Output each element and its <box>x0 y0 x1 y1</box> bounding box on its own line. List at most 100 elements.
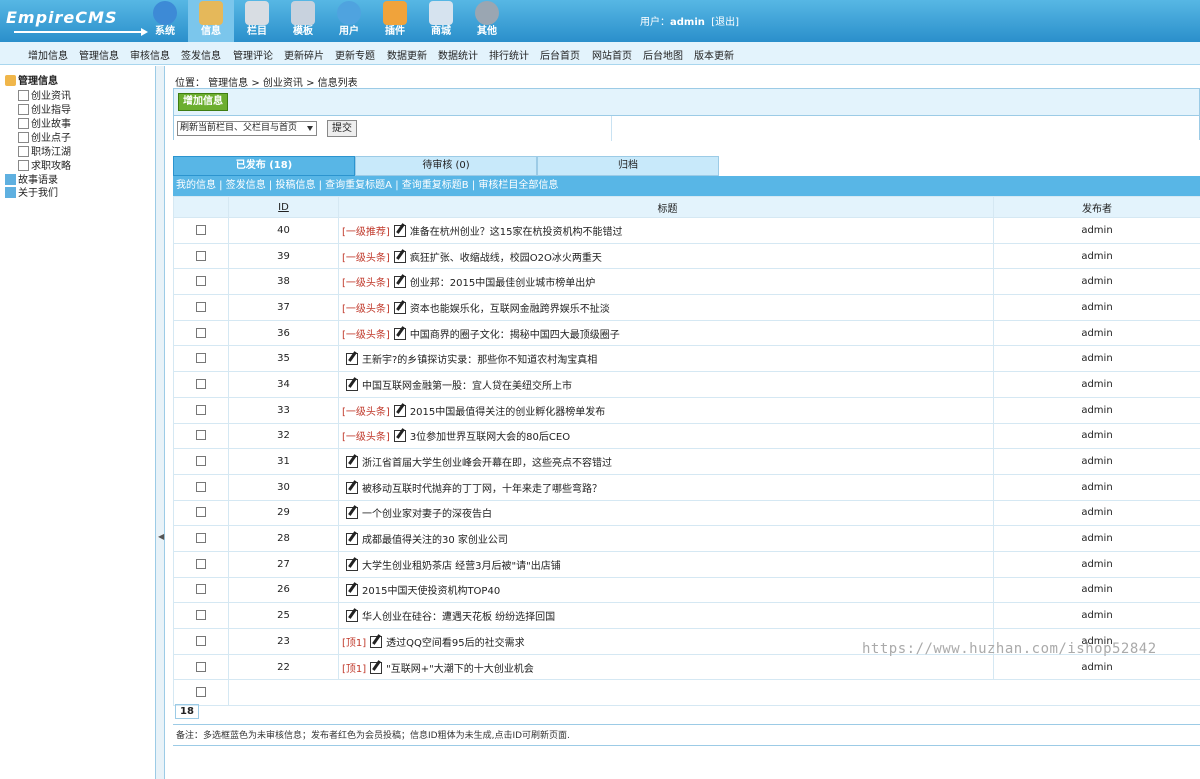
submenu-item[interactable]: 审核信息 <box>130 47 170 62</box>
column-id[interactable]: ID <box>228 196 339 218</box>
nav-3[interactable]: 模板 <box>280 0 326 42</box>
submit-button[interactable]: 提交 <box>327 120 357 137</box>
row-title-link[interactable]: 王新宇?的乡镇探访实录：那些你不知道农村淘宝真相 <box>362 355 597 366</box>
edit-icon[interactable] <box>346 378 358 391</box>
submenu-item[interactable]: 版本更新 <box>694 47 734 62</box>
row-checkbox[interactable] <box>196 610 206 621</box>
row-checkbox[interactable] <box>196 507 206 518</box>
row-checkbox[interactable] <box>196 558 206 569</box>
row-id[interactable]: 25 <box>228 602 339 629</box>
edit-icon[interactable] <box>393 301 406 314</box>
row-checkbox[interactable] <box>196 404 206 415</box>
row-title-link[interactable]: 被移动互联时代抛弃的丁丁网，十年来走了哪些弯路？ <box>362 484 602 495</box>
edit-icon[interactable] <box>393 250 406 263</box>
select-all-checkbox[interactable] <box>196 687 206 698</box>
row-checkbox[interactable] <box>196 224 206 235</box>
tab-published[interactable]: 已发布 (18) <box>173 156 355 176</box>
row-checkbox[interactable] <box>196 378 206 389</box>
submenu-item[interactable]: 管理评论 <box>233 47 273 62</box>
row-checkbox[interactable] <box>196 661 206 672</box>
submenu-item[interactable]: 签发信息 <box>181 47 221 62</box>
add-info-button[interactable]: 增加信息 <box>178 93 228 111</box>
edit-icon[interactable] <box>346 481 358 494</box>
submenu-item[interactable]: 排行统计 <box>489 47 529 62</box>
row-id[interactable]: 26 <box>228 576 339 604</box>
nav-2[interactable]: 栏目 <box>234 0 280 42</box>
nav-1[interactable]: 信息 <box>188 0 234 42</box>
row-id[interactable]: 27 <box>228 550 339 578</box>
sidebar-item[interactable]: 创业点子 <box>18 129 71 144</box>
edit-icon[interactable] <box>393 404 406 417</box>
row-id[interactable]: 32 <box>228 422 339 450</box>
nav-7[interactable]: 其他 <box>464 0 510 42</box>
row-id[interactable]: 40 <box>228 217 339 244</box>
submenu-item[interactable]: 更新专题 <box>335 47 375 62</box>
row-checkbox[interactable] <box>196 327 206 338</box>
edit-icon[interactable] <box>346 610 358 623</box>
row-checkbox[interactable] <box>196 276 206 287</box>
sidebar-item[interactable]: 求职攻略 <box>18 157 71 172</box>
edit-icon[interactable] <box>346 507 358 520</box>
filter-links[interactable]: 我的信息 | 签发信息 | 投稿信息 | 查询重复标题A | 查询重复标题B |… <box>173 176 1200 196</box>
submenu-item[interactable]: 增加信息 <box>28 47 68 62</box>
submenu-item[interactable]: 更新碎片 <box>284 47 324 62</box>
sidebar-item[interactable]: 职场江湖 <box>18 143 71 158</box>
row-id[interactable]: 36 <box>228 319 339 347</box>
row-checkbox[interactable] <box>196 584 206 595</box>
row-checkbox[interactable] <box>196 635 206 646</box>
row-title-link[interactable]: 透过QQ空间看95后的社交需求 <box>386 638 524 649</box>
submenu-item[interactable]: 管理信息 <box>79 47 119 62</box>
row-title-link[interactable]: 创业邦：2015中国最佳创业城市榜单出炉 <box>410 278 595 289</box>
row-id[interactable]: 37 <box>228 294 339 321</box>
row-id[interactable]: 29 <box>228 499 339 527</box>
row-id[interactable]: 30 <box>228 473 339 501</box>
edit-icon[interactable] <box>346 456 358 469</box>
edit-icon[interactable] <box>370 635 383 648</box>
logout-link[interactable]: [退出] <box>711 17 739 28</box>
tab-pending[interactable]: 待审核 (0) <box>355 156 537 176</box>
row-title-link[interactable]: 疯狂扩张、收缩战线，校园O2O冰火两重天 <box>410 253 602 264</box>
row-title-link[interactable]: 成都最值得关注的30 家创业公司 <box>362 535 508 546</box>
sidebar-item[interactable]: 管理信息 <box>5 72 58 87</box>
edit-icon[interactable] <box>393 430 406 443</box>
nav-6[interactable]: 商城 <box>418 0 464 42</box>
row-title-link[interactable]: 准备在杭州创业？这15家在杭投资机构不能错过 <box>410 227 623 238</box>
row-checkbox[interactable] <box>196 430 206 441</box>
row-checkbox[interactable] <box>196 533 206 544</box>
edit-icon[interactable] <box>370 661 383 674</box>
refresh-select[interactable]: 刷新当前栏目、父栏目与首页 <box>177 121 317 136</box>
edit-icon[interactable] <box>346 558 358 571</box>
row-title-link[interactable]: 浙江省首届大学生创业峰会开幕在即，这些亮点不容错过 <box>362 458 612 469</box>
row-id[interactable]: 28 <box>228 525 339 552</box>
row-title-link[interactable]: 大学生创业租奶茶店 经营3月后被"请"出店铺 <box>362 561 561 572</box>
row-checkbox[interactable] <box>196 481 206 492</box>
row-id[interactable]: 39 <box>228 242 339 270</box>
edit-icon[interactable] <box>346 584 358 597</box>
row-checkbox[interactable] <box>196 301 206 312</box>
nav-5[interactable]: 插件 <box>372 0 418 42</box>
nav-4[interactable]: 用户 <box>326 0 372 42</box>
row-checkbox[interactable] <box>196 250 206 261</box>
sidebar-splitter[interactable]: ◀ <box>156 66 165 779</box>
row-title-link[interactable]: 2015中国最值得关注的创业孵化器榜单发布 <box>410 407 605 418</box>
sidebar-item[interactable]: 创业指导 <box>18 101 71 116</box>
collapse-arrow-icon[interactable]: ◀ <box>158 532 164 541</box>
row-title-link[interactable]: 中国商界的圈子文化：揭秘中国四大最顶级圈子 <box>410 330 620 341</box>
row-title-link[interactable]: 2015中国天使投资机构TOP40 <box>362 586 500 597</box>
row-id[interactable]: 35 <box>228 345 339 373</box>
row-title-link[interactable]: 中国互联网金融第一股：宜人贷在美纽交所上市 <box>362 381 572 392</box>
row-title-link[interactable]: 华人创业在硅谷：遭遇天花板 纷纷选择回国 <box>362 612 555 623</box>
submenu-item[interactable]: 数据更新 <box>387 47 427 62</box>
row-title-link[interactable]: 一个创业家对妻子的深夜告白 <box>362 509 492 520</box>
edit-icon[interactable] <box>393 327 406 340</box>
sidebar-item[interactable]: 创业资讯 <box>18 87 71 102</box>
sidebar-item[interactable]: 关于我们 <box>5 184 58 199</box>
row-id[interactable]: 23 <box>228 628 339 655</box>
row-checkbox[interactable] <box>196 456 206 467</box>
row-id[interactable]: 33 <box>228 396 339 424</box>
row-checkbox[interactable] <box>196 353 206 364</box>
tab-archive[interactable]: 归档 <box>537 156 719 176</box>
nav-0[interactable]: 系统 <box>142 0 188 42</box>
row-title-link[interactable]: 资本也能娱乐化，互联网金融跨界娱乐不扯淡 <box>410 304 610 315</box>
row-id[interactable]: 38 <box>228 268 339 296</box>
